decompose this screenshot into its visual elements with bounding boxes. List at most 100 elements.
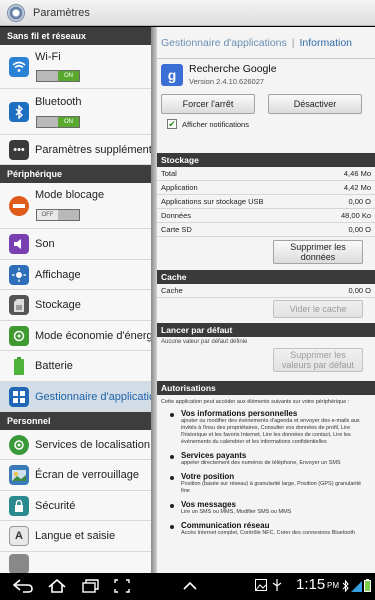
sidebar-item-location[interactable]: Services de localisation xyxy=(0,430,151,460)
sidebar-item-display[interactable]: Affichage xyxy=(0,260,151,290)
sound-label: Son xyxy=(35,238,55,250)
bullet-icon xyxy=(170,413,174,417)
section-personal: Personnel xyxy=(0,412,151,430)
bluetooth-label: Bluetooth xyxy=(35,96,82,108)
lock-screen-icon xyxy=(9,465,29,485)
storage-row: Applications sur stockage USB 0,00 O xyxy=(157,195,375,209)
breadcrumb-parent[interactable]: Gestionnaire d'applications xyxy=(161,37,287,49)
sidebar-item-blocking-mode[interactable]: Mode blocage OFF xyxy=(0,183,151,229)
disable-button[interactable]: Désactiver xyxy=(268,94,362,114)
permission-title: Communication réseau xyxy=(181,521,270,530)
notifications-checkbox[interactable]: ✔ xyxy=(167,119,177,129)
language-a-icon: A xyxy=(9,526,29,546)
permission-item: Votre position Position (basée sur réseau… xyxy=(157,472,375,495)
battery-icon xyxy=(9,356,29,376)
sidebar-item-app-manager[interactable]: Gestionnaire d'applications xyxy=(0,382,151,412)
blocking-mode-label: Mode blocage xyxy=(35,189,105,201)
gallery-notification-icon xyxy=(255,579,267,594)
permission-description: ajouter ou modifier des événements d'age… xyxy=(181,418,360,445)
permission-title: Vos messages xyxy=(181,500,236,509)
sidebar-item-security[interactable]: Sécurité xyxy=(0,491,151,521)
usb-notification-icon xyxy=(272,579,282,594)
sidebar-item-partial xyxy=(0,552,151,573)
sidebar-item-power-saving[interactable]: Mode économie d'énergie xyxy=(0,321,151,351)
app-version: Version 2.4.10.626027 xyxy=(189,77,265,86)
sidebar-item-wifi[interactable]: Wi-Fi ON xyxy=(0,45,151,89)
clear-cache-button[interactable]: Vider le cache xyxy=(273,300,363,318)
section-wireless: Sans fil et réseaux xyxy=(0,27,151,45)
storage-row-label: Carte SD xyxy=(161,225,192,234)
sidebar-item-storage[interactable]: Stockage xyxy=(0,290,151,321)
sidebar-item-lock-screen[interactable]: Écran de verrouillage xyxy=(0,460,151,491)
clock-time: 1:15 xyxy=(296,576,326,593)
app-title: Paramètres xyxy=(33,6,90,19)
app-grid-icon xyxy=(9,387,29,407)
clear-defaults-button[interactable]: Supprimer les valeurs par défaut xyxy=(273,348,363,372)
wifi-status-icon xyxy=(351,580,362,595)
sidebar-item-battery[interactable]: Batterie xyxy=(0,351,151,382)
bullet-icon xyxy=(170,476,174,480)
storage-row-label: Application xyxy=(161,183,198,192)
sidebar-item-more-settings[interactable]: ••• Paramètres supplémentaires xyxy=(0,135,151,165)
storage-row-value: 48,00 Ko xyxy=(340,211,371,220)
storage-row-label: Applications sur stockage USB xyxy=(161,197,264,206)
app-manager-label: Gestionnaire d'applications xyxy=(35,391,151,403)
back-icon[interactable] xyxy=(12,579,34,596)
bluetooth-toggle[interactable]: ON xyxy=(36,116,80,128)
force-stop-button[interactable]: Forcer l'arrêt xyxy=(161,94,255,114)
sidebar-item-bluetooth[interactable]: Bluetooth ON xyxy=(0,89,151,135)
storage-row-value: 0,00 O xyxy=(348,225,371,234)
storage-row: Données 48,00 Ko xyxy=(157,209,375,223)
battery-label: Batterie xyxy=(35,360,73,372)
clear-data-button[interactable]: Supprimer les données xyxy=(273,240,363,264)
blocking-mode-toggle[interactable]: OFF xyxy=(36,209,80,221)
storage-header: Stockage xyxy=(157,153,375,167)
battery-status-icon xyxy=(364,579,371,595)
permission-title: Votre position xyxy=(181,472,235,481)
bluetooth-status-icon xyxy=(342,579,349,595)
storage-label: Stockage xyxy=(35,299,81,311)
home-icon[interactable] xyxy=(47,578,67,596)
permission-description: Lire un SMS ou MMS, Modifier SMS ou MMS xyxy=(181,509,292,515)
permission-item: Vos informations personnelles ajouter ou … xyxy=(157,409,375,446)
storage-row-value: 4,42 Mo xyxy=(343,183,371,192)
app-name: Recherche Google xyxy=(189,63,277,75)
app-header: g Recherche Google Version 2.4.10.626027… xyxy=(157,59,375,153)
lock-icon xyxy=(9,496,29,516)
app-info-panel: Gestionnaire d'applications | Informatio… xyxy=(157,27,375,573)
permission-item: Vos messages Lire un SMS ou MMS, Modifier… xyxy=(157,500,375,516)
sidebar-item-language[interactable]: A Langue et saisie xyxy=(0,521,151,552)
wifi-label: Wi-Fi xyxy=(35,51,61,63)
breadcrumb-current: Information xyxy=(299,36,353,49)
wifi-toggle[interactable]: ON xyxy=(36,70,80,82)
section-device: Périphérique xyxy=(0,165,151,183)
cache-label: Cache xyxy=(161,286,183,295)
storage-row-label: Données xyxy=(161,211,192,220)
breadcrumb-separator: | xyxy=(291,36,295,49)
permission-item: Services payants appeler directement des … xyxy=(157,451,375,467)
blocking-mode-icon xyxy=(9,196,29,216)
permission-description: appeler directement des numéros de télép… xyxy=(181,460,341,466)
chevron-up-icon[interactable] xyxy=(183,579,197,594)
settings-gear-icon xyxy=(7,3,25,22)
permission-description: Accès Internet complet, Contrôle NFC, Cr… xyxy=(181,530,355,536)
cache-row: Cache 0,00 O xyxy=(157,284,375,298)
cache-actions: Vider le cache xyxy=(157,298,375,319)
lock-screen-label: Écran de verrouillage xyxy=(35,469,139,481)
google-search-app-icon: g xyxy=(161,64,183,86)
sidebar-item-sound[interactable]: Son xyxy=(0,229,151,260)
recent-apps-icon[interactable] xyxy=(82,579,100,596)
power-saving-icon xyxy=(9,326,29,346)
bullet-icon xyxy=(170,455,174,459)
system-navigation-bar: 1:15 PM xyxy=(0,573,375,600)
permission-description: Position (basée sur réseau) à granularit… xyxy=(181,481,362,494)
display-label: Affichage xyxy=(35,269,81,281)
screenshot-icon[interactable] xyxy=(114,579,130,596)
storage-row: Total 4,46 Mo xyxy=(157,167,375,181)
wifi-icon xyxy=(9,57,29,77)
bullet-icon xyxy=(170,525,174,529)
clock-ampm: PM xyxy=(327,581,339,590)
title-bar: Paramètres xyxy=(0,0,375,26)
speaker-icon xyxy=(9,234,29,254)
storage-row-label: Total xyxy=(161,169,177,178)
